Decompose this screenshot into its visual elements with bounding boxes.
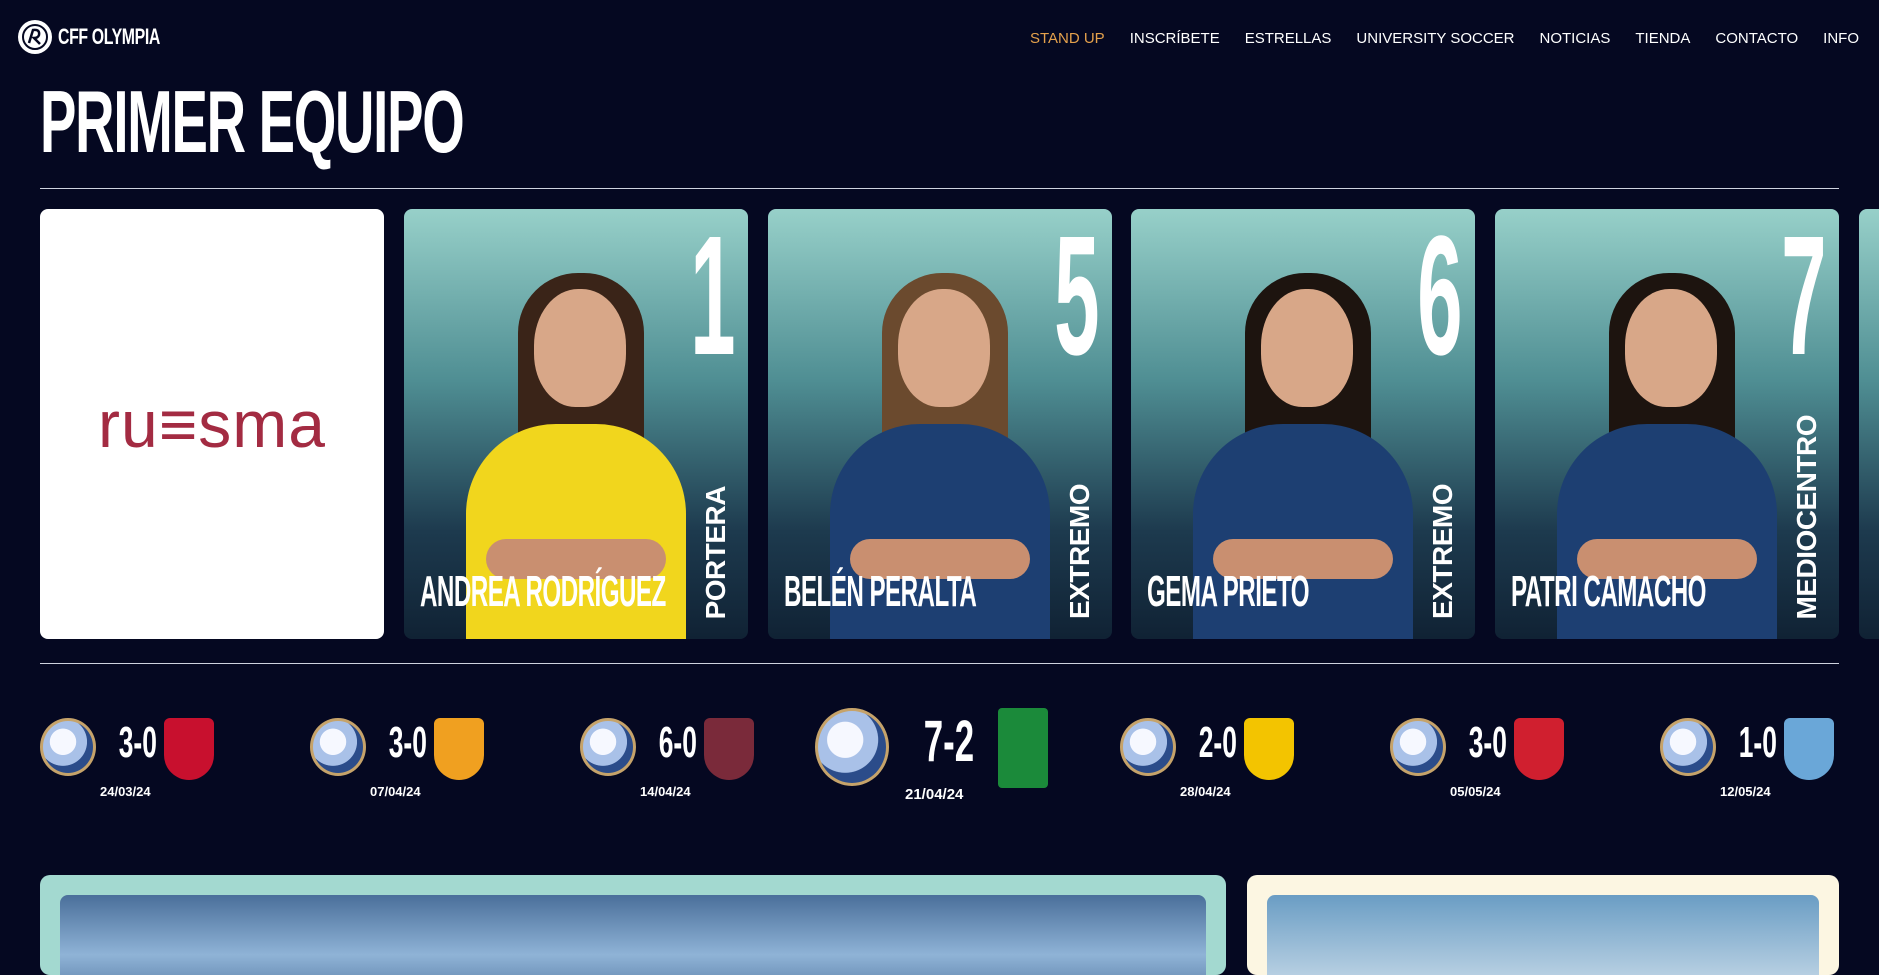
match-score: 3-0 [1468,718,1507,767]
player-card-partial[interactable] [1859,209,1879,639]
nav-item-tienda[interactable]: TIENDA [1635,30,1690,47]
brand[interactable]: CFF OLYMPIA [18,20,200,54]
nav-item-inscribete[interactable]: INSCRÍBETE [1130,30,1220,47]
opponent-crest-icon [1514,718,1564,780]
olympia-crest-icon [1660,718,1716,776]
news-panel[interactable] [40,875,1226,975]
player-position: MEDIOCENTRO [1791,414,1822,620]
main-menu: STAND UP INSCRÍBETE ESTRELLAS UNIVERSITY… [1030,30,1859,47]
player-card[interactable]: 7 PATRI CAMACHO MEDIOCENTRO [1495,209,1839,639]
match-score: 2-0 [1198,718,1237,767]
sponsor-card[interactable]: ru≡sma [40,209,384,639]
nav-item-stand-up[interactable]: STAND UP [1030,30,1105,47]
player-position: EXTREMO [1064,484,1095,619]
nav-item-contacto[interactable]: CONTACTO [1715,30,1798,47]
divider [40,188,1839,189]
nav-item-estrellas[interactable]: ESTRELLAS [1245,30,1332,47]
divider [40,663,1839,664]
olympia-crest-icon [1120,718,1176,776]
club-crest-icon [18,20,52,54]
match-result[interactable]: 2-0 28/04/24 [1120,700,1320,810]
player-card[interactable]: 5 BELÉN PERALTA EXTREMO [768,209,1112,639]
nav-item-noticias[interactable]: NOTICIAS [1540,30,1611,47]
opponent-crest-icon [164,718,214,780]
player-name: BELÉN PERALTA [784,567,977,616]
match-date: 05/05/24 [1450,784,1501,799]
results-strip: 3-0 24/03/24 3-0 07/04/24 6-0 14/04/24 7-2 21/0… [0,700,1879,820]
olympia-crest-icon [40,718,96,776]
player-number: 1 [690,209,736,391]
olympia-crest-icon [580,718,636,776]
player-name: PATRI CAMACHO [1511,567,1706,616]
match-date: 28/04/24 [1180,784,1231,799]
feature-panel[interactable] [1247,875,1839,975]
player-position: PORTERA [700,485,731,619]
match-score: 3-0 [118,718,157,767]
match-score: 3-0 [388,718,427,767]
page-title: PRIMER EQUIPO [40,72,465,171]
top-nav: CFF OLYMPIA STAND UP INSCRÍBETE ESTRELLA… [0,0,1879,78]
match-date: 24/03/24 [100,784,151,799]
opponent-crest-icon [434,718,484,780]
player-number: 6 [1417,209,1463,391]
player-name: GEMA PRIETO [1147,567,1310,616]
brand-name: CFF OLYMPIA [58,24,160,49]
opponent-crest-icon [998,708,1048,788]
opponent-crest-icon [1244,718,1294,780]
match-date: 07/04/24 [370,784,421,799]
match-score: 7-2 [923,709,975,774]
player-number: 5 [1054,209,1100,391]
match-date: 12/05/24 [1720,784,1771,799]
match-result[interactable]: 3-0 24/03/24 [40,700,240,810]
sponsor-logo: ru≡sma [98,387,326,461]
olympia-crest-icon [815,708,889,786]
olympia-crest-icon [310,718,366,776]
player-number: 7 [1781,209,1827,391]
match-score: 1-0 [1738,718,1777,767]
player-name: ANDREA RODRÍGUEZ [420,567,666,616]
olympia-crest-icon [1390,718,1446,776]
opponent-crest-icon [1784,718,1834,780]
match-result[interactable]: 7-2 21/04/24 [815,700,1048,810]
player-card[interactable]: 6 GEMA PRIETO EXTREMO [1131,209,1475,639]
match-date: 21/04/24 [905,786,964,803]
match-result[interactable]: 6-0 14/04/24 [580,700,780,810]
nav-item-info[interactable]: INFO [1823,30,1859,47]
match-result[interactable]: 3-0 05/05/24 [1390,700,1590,810]
match-date: 14/04/24 [640,784,691,799]
player-card[interactable]: 1 ANDREA RODRÍGUEZ PORTERA [404,209,748,639]
match-result[interactable]: 3-0 07/04/24 [310,700,510,810]
news-photo [60,895,1206,975]
player-carousel[interactable]: ru≡sma 1 ANDREA RODRÍGUEZ PORTERA 5 BELÉ… [0,209,1879,639]
nav-item-university-soccer[interactable]: UNIVERSITY SOCCER [1356,30,1514,47]
opponent-crest-icon [704,718,754,780]
feature-photo [1267,895,1819,975]
player-position: EXTREMO [1427,484,1458,619]
match-score: 6-0 [658,718,697,767]
match-result[interactable]: 1-0 12/05/24 [1660,700,1860,810]
